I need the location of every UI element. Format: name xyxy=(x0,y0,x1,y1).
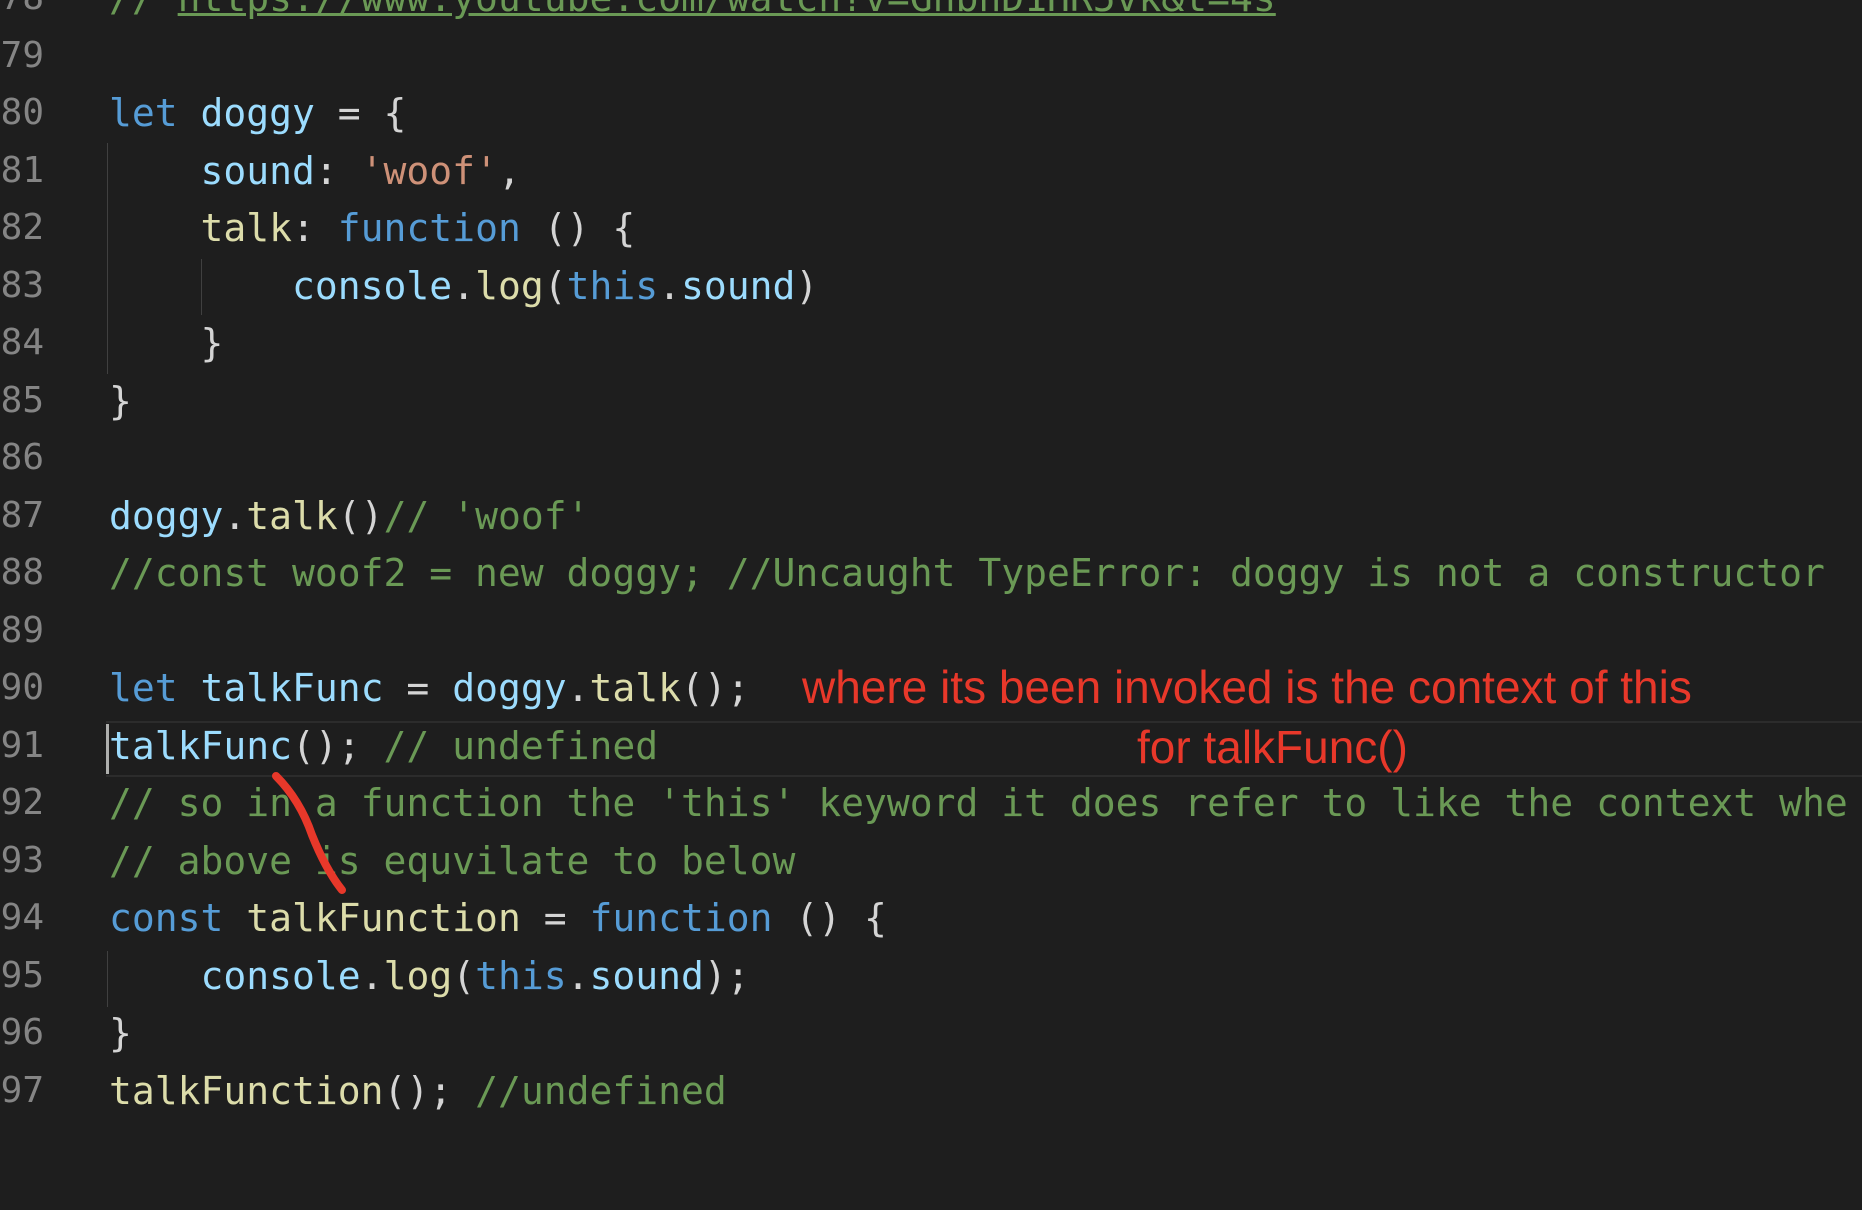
red-pen-stroke xyxy=(272,772,346,894)
annotation-stroke xyxy=(272,772,346,894)
